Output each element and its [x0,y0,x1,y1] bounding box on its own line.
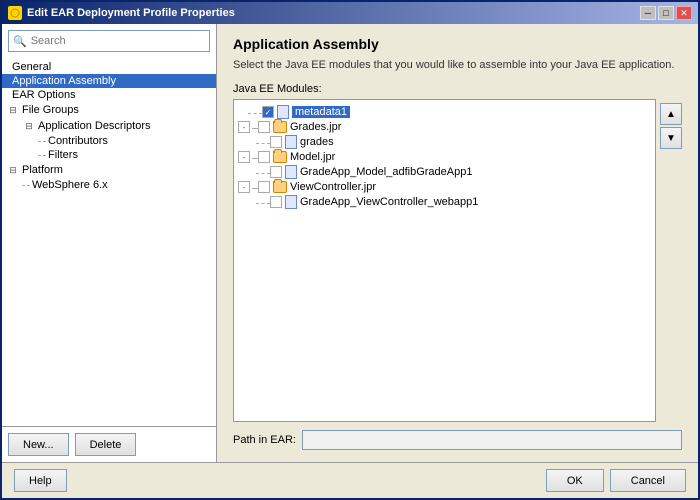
module-label-gradeapp-vc: GradeApp_ViewController_webapp1 [300,196,478,208]
modules-tree[interactable]: ✓ metadata1 - Grades.jpr [233,99,656,422]
new-button[interactable]: New... [8,433,69,456]
file-icon-gradeapp-vc [285,195,297,209]
ok-cancel-buttons: OK Cancel [546,469,686,492]
checkbox-gradeapp-vc[interactable] [270,196,282,208]
module-gradeapp-vc[interactable]: GradeApp_ViewController_webapp1 [234,194,655,210]
left-bottom-buttons: New... Delete [2,426,216,462]
modules-row: ✓ metadata1 - Grades.jpr [233,99,682,422]
sidebar-item-file-groups[interactable]: ⊟ File Groups [2,102,216,118]
section-description: Select the Java EE modules that you woul… [233,58,682,73]
title-bar: Edit EAR Deployment Profile Properties ─… [2,2,698,24]
help-button[interactable]: Help [14,469,67,492]
path-input[interactable] [302,430,682,450]
module-label-model-jpr: Model.jpr [290,151,335,163]
title-bar-left: Edit EAR Deployment Profile Properties [8,6,235,20]
module-grades[interactable]: grades [234,134,655,150]
module-model-jpr[interactable]: - Model.jpr [234,150,655,164]
window-title: Edit EAR Deployment Profile Properties [27,7,235,19]
main-window: Edit EAR Deployment Profile Properties ─… [0,0,700,500]
expand-platform[interactable]: ⊟ [6,163,20,177]
folder-icon-grades [273,121,287,133]
search-input[interactable] [31,35,205,47]
checkbox-grades[interactable] [270,136,282,148]
module-viewcontroller-jpr[interactable]: - ViewController.jpr [234,180,655,194]
sidebar-item-websphere[interactable]: WebSphere 6.x [2,178,216,192]
checkbox-grades-jpr[interactable] [258,121,270,133]
sidebar-item-platform[interactable]: ⊟ Platform [2,162,216,178]
file-icon-gradeapp-model [285,165,297,179]
scroll-down-button[interactable]: ▼ [660,127,682,149]
close-button[interactable]: ✕ [676,6,692,20]
sidebar-item-contributors[interactable]: Contributors [2,134,216,148]
expand-model[interactable]: - [238,151,250,163]
checkbox-viewcontroller-jpr[interactable] [258,181,270,193]
module-label-gradeapp-model: GradeApp_Model_adfibGradeApp1 [300,166,472,178]
sidebar-item-app-descriptors[interactable]: ⊟ Application Descriptors [2,118,216,134]
title-bar-buttons: ─ □ ✕ [640,6,692,20]
ok-button[interactable]: OK [546,469,604,492]
checkbox-model-jpr[interactable] [258,151,270,163]
sidebar-tree: General Application Assembly EAR Options… [2,58,216,426]
module-metadata1[interactable]: ✓ metadata1 [234,104,655,120]
modules-label: Java EE Modules: [233,83,682,95]
sidebar-item-ear-options[interactable]: EAR Options [2,88,216,102]
cancel-button[interactable]: Cancel [610,469,686,492]
file-icon-grades [285,135,297,149]
module-grades-jpr[interactable]: - Grades.jpr [234,120,655,134]
module-label-metadata1: metadata1 [292,106,350,118]
path-label: Path in EAR: [233,434,296,446]
app-icon [8,6,22,20]
module-label-viewcontroller-jpr: ViewController.jpr [290,181,376,193]
file-icon-metadata1 [277,105,289,119]
checkbox-gradeapp-model[interactable] [270,166,282,178]
folder-icon-model [273,151,287,163]
folder-icon-viewcontroller [273,181,287,193]
module-label-grades-jpr: Grades.jpr [290,121,341,133]
scroll-buttons: ▲ ▼ [660,99,682,422]
scroll-up-button[interactable]: ▲ [660,103,682,125]
module-gradeapp-model[interactable]: GradeApp_Model_adfibGradeApp1 [234,164,655,180]
sidebar-item-filters[interactable]: Filters [2,148,216,162]
minimize-button[interactable]: ─ [640,6,656,20]
right-panel: Application Assembly Select the Java EE … [217,24,698,462]
expand-file-groups[interactable]: ⊟ [6,103,20,117]
bottom-bar: Help OK Cancel [2,462,698,498]
expand-viewcontroller[interactable]: - [238,181,250,193]
expand-app-descriptors[interactable]: ⊟ [22,119,36,133]
checkbox-metadata1[interactable]: ✓ [262,106,274,118]
sidebar-item-app-assembly[interactable]: Application Assembly [2,74,216,88]
left-panel: 🔍 General Application Assembly EA [2,24,217,462]
content-area: 🔍 General Application Assembly EA [2,24,698,462]
module-label-grades: grades [300,136,334,148]
section-title: Application Assembly [233,36,682,52]
path-row: Path in EAR: [233,430,682,450]
search-icon: 🔍 [13,35,27,48]
maximize-button[interactable]: □ [658,6,674,20]
delete-button[interactable]: Delete [75,433,137,456]
expand-grades[interactable]: - [238,121,250,133]
sidebar-item-general[interactable]: General [2,60,216,74]
search-box[interactable]: 🔍 [8,30,210,52]
